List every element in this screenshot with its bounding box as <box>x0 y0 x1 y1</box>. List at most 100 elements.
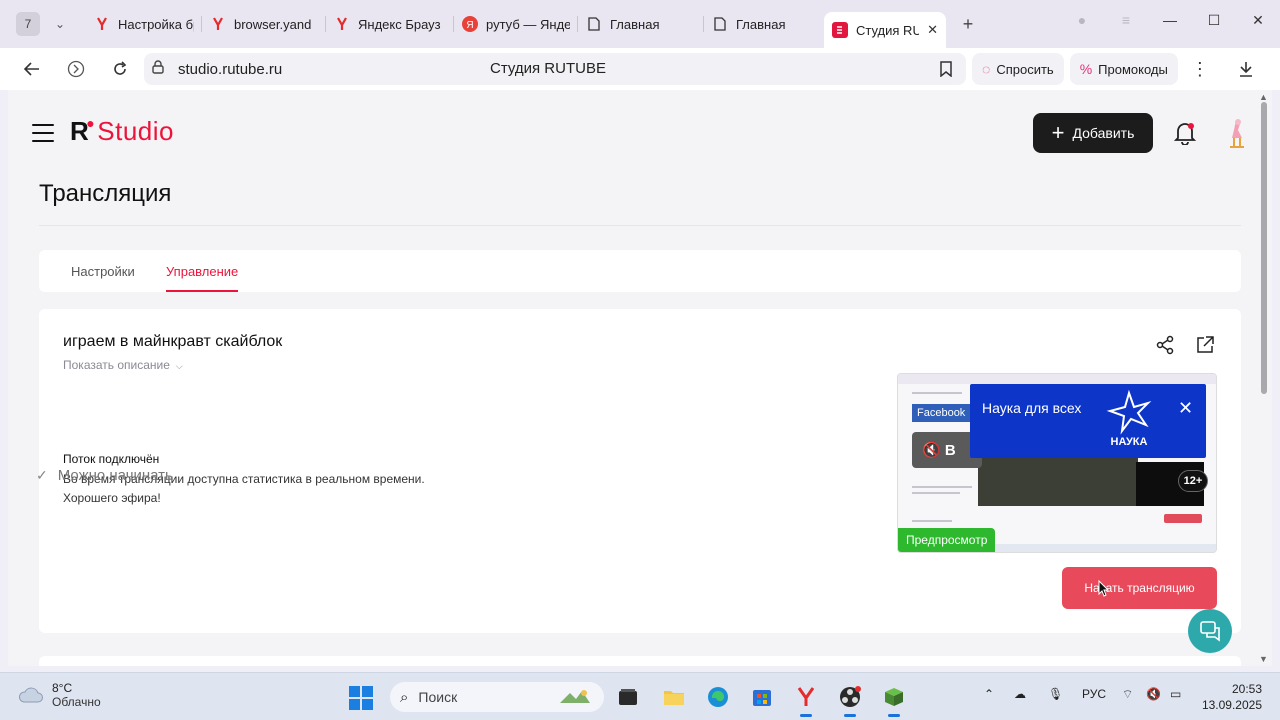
windows-start-icon[interactable] <box>349 686 373 710</box>
divider <box>39 225 1241 226</box>
avatar[interactable] <box>1222 116 1252 150</box>
rutube-studio-logo[interactable]: R●Studio <box>70 115 174 147</box>
wifi-icon[interactable]: ⌔ <box>1122 687 1133 702</box>
browser-tab-6[interactable]: Главная <box>704 8 824 40</box>
menu-kebab-icon[interactable]: ⋮ <box>1184 53 1216 85</box>
yandex-search-icon: Я <box>462 16 478 32</box>
browser-tab-2[interactable]: browser.yand <box>202 8 326 40</box>
tab-title: рутуб — Янде <box>486 16 570 32</box>
external-link-icon[interactable] <box>1195 335 1215 355</box>
lock-icon[interactable] <box>152 59 170 79</box>
mouse-cursor-icon <box>1098 579 1110 598</box>
share-icon[interactable] <box>1155 335 1175 355</box>
document-icon <box>712 16 728 32</box>
add-button[interactable]: + Добавить <box>1033 113 1153 153</box>
url-text[interactable]: studio.rutube.ru <box>178 61 282 78</box>
yandex-browser-icon[interactable] <box>793 684 819 717</box>
scroll-thumb[interactable] <box>1261 102 1267 394</box>
battery-icon[interactable]: ▭ <box>1170 687 1181 701</box>
nauka-logo-icon: НАУКА <box>1098 389 1160 449</box>
minecraft-icon[interactable] <box>881 684 907 717</box>
stream-title: играем в майнкравт скайблок <box>63 333 283 350</box>
file-explorer-icon[interactable] <box>661 684 687 710</box>
cloud-sync-icon[interactable]: ☁ <box>1014 687 1026 701</box>
language-indicator[interactable]: РУС <box>1082 687 1106 701</box>
speaker-muted-icon[interactable]: 🔇 <box>1146 687 1161 701</box>
url-bar[interactable]: studio.rutube.ru Студия RUTUBE <box>144 53 966 85</box>
weather-widget[interactable]: 8°C Облачно <box>18 681 101 709</box>
taskbar-search[interactable]: ⌕ Поиск <box>390 682 604 712</box>
tab-counter[interactable]: 7 <box>16 12 40 36</box>
clock-date: 13.09.2025 <box>1201 698 1262 712</box>
stream-preview[interactable]: Facebook 🔇 В Наука для всех НАУКА ✕ 12+ … <box>897 373 1217 553</box>
percent-icon: % <box>1079 61 1093 77</box>
start-stream-button[interactable]: Начать трансляцию <box>1062 567 1217 609</box>
browser-tab-1[interactable]: Настройка бр <box>86 8 202 40</box>
yandex-icon <box>210 16 226 32</box>
facebook-label: Facebook <box>912 404 971 422</box>
show-description-toggle[interactable]: Показать описание ⌵ <box>63 358 183 372</box>
active-tab-indicator <box>166 290 238 292</box>
tab-title: Главная <box>736 16 786 32</box>
browser-tab-5[interactable]: Главная <box>578 8 704 40</box>
store-icon[interactable] <box>749 684 775 710</box>
ad-title: Наука для всех <box>982 400 1082 416</box>
weather-condition: Облачно <box>52 695 101 709</box>
ready-label: Можно начинать <box>57 467 173 484</box>
obs-studio-icon[interactable] <box>837 684 863 717</box>
studio-header: R●Studio + Добавить <box>8 90 1256 176</box>
scroll-down-icon[interactable]: ▼ <box>1259 654 1268 664</box>
profile-icon[interactable]: ● <box>1060 12 1104 28</box>
next-section-card <box>39 656 1241 666</box>
bell-icon[interactable] <box>1173 121 1197 146</box>
logo-dot: ● <box>86 115 96 131</box>
windows-taskbar: 8°C Облачно ⌕ Поиск ⌃ ☁ 🎙 РУС ⌔ 🔇 ▭ 20:5… <box>0 672 1280 720</box>
preview-ad-banner <box>970 384 1206 458</box>
page-title: Трансляция <box>39 180 172 207</box>
ad-logo-text: НАУКА <box>1111 436 1148 448</box>
page-viewport: R●Studio + Добавить Трансляция Настройки… <box>8 90 1272 666</box>
reload-icon[interactable] <box>102 53 138 85</box>
hamburger-menu-icon[interactable] <box>32 124 54 142</box>
tab-control[interactable]: Управление <box>166 264 238 279</box>
chevron-down-icon[interactable]: ⌄ <box>48 12 72 36</box>
add-label: Добавить <box>1072 125 1135 141</box>
show-description-label: Показать описание <box>63 358 170 372</box>
search-icon: ⌕ <box>400 688 409 706</box>
new-tab-plus-icon[interactable]: + <box>956 12 980 36</box>
stream-status-heading: Поток подключён <box>63 452 160 466</box>
tab-settings[interactable]: Настройки <box>71 264 135 279</box>
minimize-icon[interactable]: — <box>1148 12 1192 28</box>
support-chat-button[interactable] <box>1188 609 1232 653</box>
ask-button[interactable]: ◌ Спросить <box>972 53 1064 85</box>
task-view-icon[interactable] <box>615 684 641 710</box>
address-bar-row: studio.rutube.ru Студия RUTUBE ◌ Спросит… <box>0 48 1280 90</box>
promo-codes-button[interactable]: % Промокоды <box>1069 53 1178 85</box>
page-scrollbar[interactable]: ▲ ▼ <box>1256 90 1272 666</box>
download-icon[interactable] <box>1230 53 1262 85</box>
plus-icon: + <box>1051 120 1065 145</box>
protect-icon[interactable] <box>58 53 94 85</box>
clock-time: 20:53 <box>1231 682 1262 696</box>
edge-browser-icon[interactable] <box>705 684 731 710</box>
address-bar-actions: ◌ Спросить % Промокоды ⋮ <box>972 53 1262 85</box>
tab-menu-icon[interactable]: ≡ <box>1104 12 1148 28</box>
browser-tab-3[interactable]: Яндекс Брауз <box>326 8 454 40</box>
search-placeholder: Поиск <box>418 689 458 705</box>
tab-title: Настройка бр <box>118 16 194 32</box>
preview-game-frame <box>978 454 1138 506</box>
close-tab-icon[interactable]: ✕ <box>927 22 938 38</box>
browser-tab-4[interactable]: Я рутуб — Янде <box>454 8 578 40</box>
microphone-icon[interactable]: 🎙 <box>1048 687 1063 701</box>
browser-tab-active[interactable]: Студия RU ✕ <box>824 12 946 48</box>
chevron-up-icon[interactable]: ⌃ <box>984 687 994 701</box>
page-title-in-address: Студия RUTUBE <box>490 60 606 77</box>
bookmark-icon[interactable] <box>940 61 952 82</box>
temperature: 8°C <box>52 681 73 695</box>
window-controls: ● ≡ — ☐ ✕ <box>1060 0 1280 40</box>
maximize-icon[interactable]: ☐ <box>1192 12 1236 29</box>
close-window-icon[interactable]: ✕ <box>1236 12 1280 29</box>
scroll-up-icon[interactable]: ▲ <box>1259 92 1268 102</box>
back-arrow-icon[interactable] <box>14 53 50 85</box>
clock[interactable]: 20:53 13.09.2025 <box>1202 681 1262 713</box>
